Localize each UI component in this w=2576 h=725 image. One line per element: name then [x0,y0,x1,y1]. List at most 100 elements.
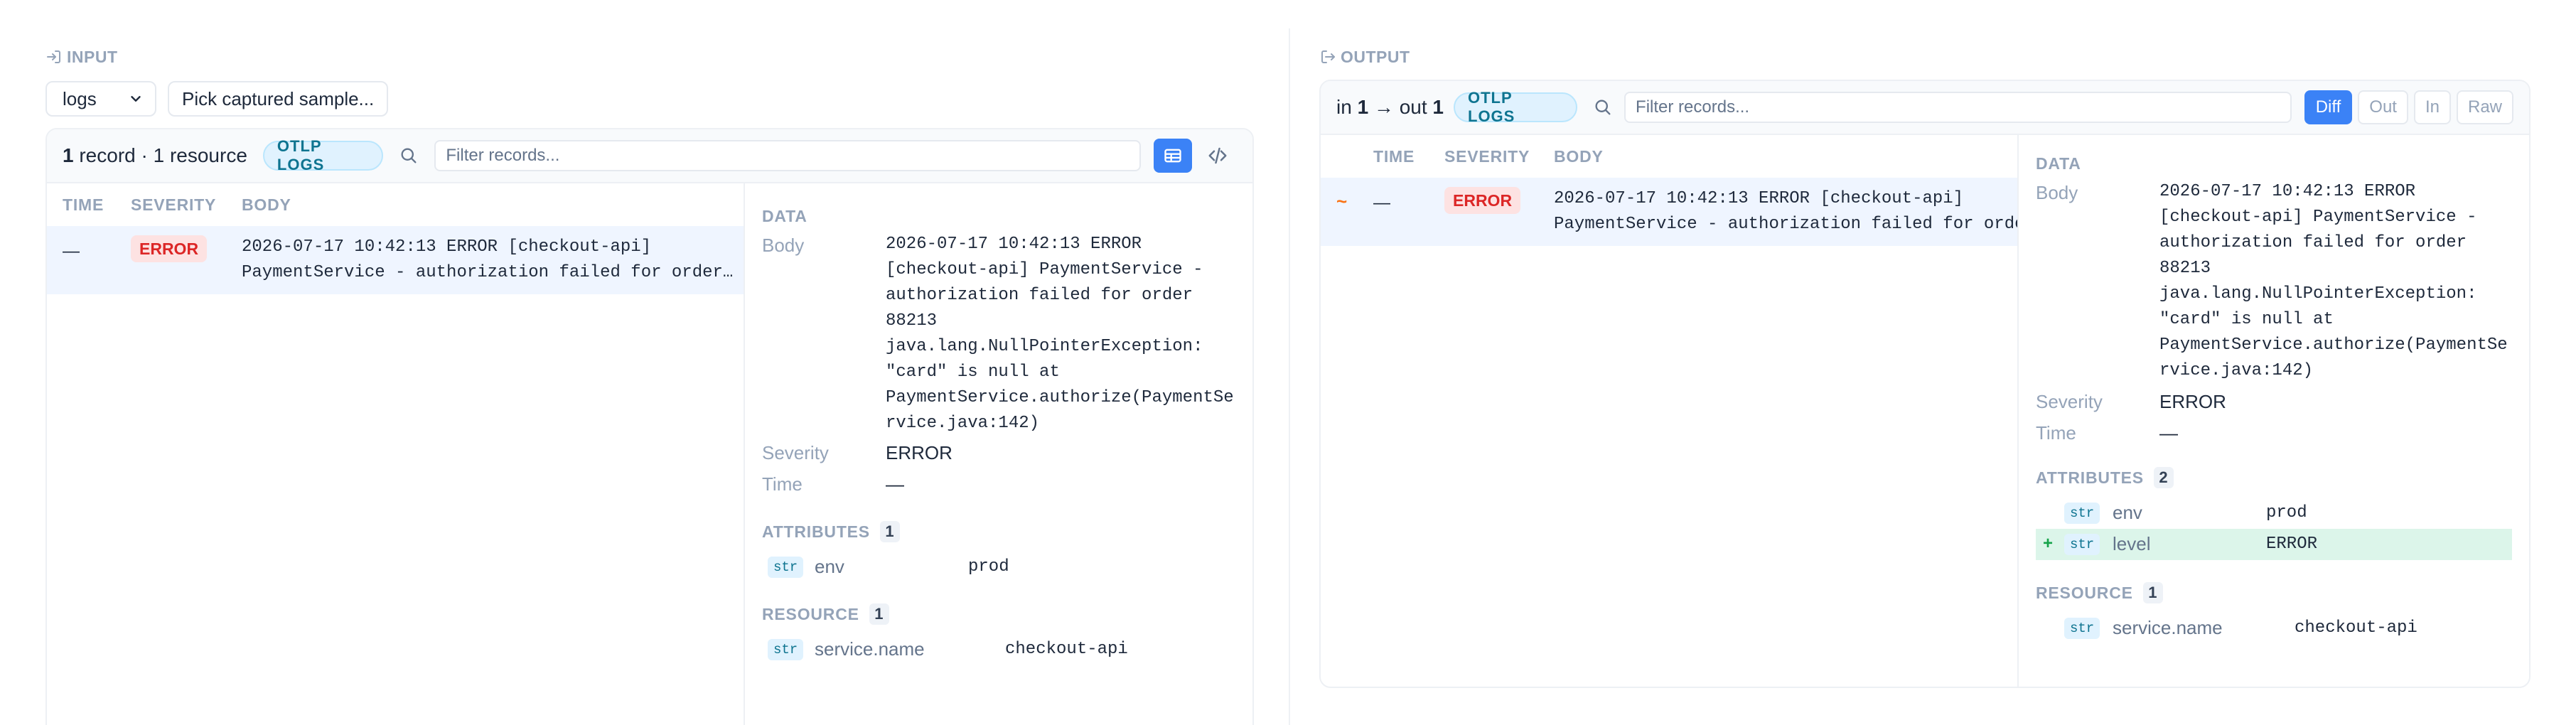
time-label: Time [762,473,803,495]
resource-count: 1 [869,603,889,625]
added-marker: + [2043,534,2054,553]
tab-raw[interactable]: Raw [2456,90,2513,124]
input-title-text: INPUT [67,47,118,66]
attribute-key: env [815,556,844,577]
filter-records-input[interactable] [434,140,1142,171]
io-out-count: 1 [1432,96,1444,118]
attributes-heading-text: ATTRIBUTES [762,522,870,541]
record-summary-rest: record · 1 resource [73,144,247,166]
attribute-row: str env prod [2036,498,2512,529]
column-severity: SEVERITY [131,195,217,214]
input-controls: logs Pick captured sample... [45,81,389,117]
record-summary: 1 record · 1 resource [63,144,247,167]
attribute-key: level [2113,533,2151,554]
time-value: — [886,473,904,495]
resource-count: 1 [2142,582,2163,603]
io-in-count: 1 [1357,96,1369,118]
attributes-heading-text: ATTRIBUTES [2036,468,2144,487]
output-detail-pane: DATA Body 2026-07-17 10:42:13 ERROR [che… [2017,135,2529,687]
chevron-down-icon [131,96,141,102]
column-body: BODY [1554,146,1604,166]
column-time: TIME [1373,146,1415,166]
sign-out-icon [1321,50,1335,63]
otlp-logs-badge: OTLP LOGS [262,137,384,173]
attributes-heading: ATTRIBUTES 1 [762,517,900,546]
signal-type-select[interactable]: logs [45,81,156,117]
attributes-count: 2 [2153,467,2174,488]
output-panel: OUTPUT in 1 → out 1 OTLP LOGS Diff Out I… [1319,0,2531,725]
row-body: 2026-07-17 10:42:13 ERROR [checkout-api]… [242,237,734,282]
type-tag: str [768,557,804,578]
output-records-table: TIME SEVERITY BODY ~ — ERROR 2026-07-17 … [1321,135,2017,687]
io-in-label: in [1336,96,1358,118]
signal-type-value: logs [63,87,97,109]
row-body: 2026-07-17 10:42:13 ERROR [checkout-api]… [1554,189,2017,234]
type-tag: str [2064,534,2100,555]
panel-divider [1289,28,1290,725]
data-heading: DATA [2036,154,2081,173]
search-icon [401,148,417,163]
filter-records-input[interactable] [1624,92,2292,123]
code-icon [1208,147,1227,164]
attributes-count: 1 [879,521,900,542]
severity-badge: ERROR [1444,187,1521,214]
input-detail-pane: DATA Body 2026-07-17 10:42:13 ERROR [che… [744,183,1252,725]
table-row[interactable]: ~ — ERROR 2026-07-17 10:42:13 ERROR [che… [1321,178,2017,246]
resource-heading-text: RESOURCE [2036,583,2133,602]
attributes-heading: ATTRIBUTES 2 [2036,463,2174,492]
attribute-value: prod [968,557,1009,576]
tab-diff[interactable]: Diff [2304,90,2353,124]
body-value: 2026-07-17 10:42:13 ERROR [checkout-api]… [2159,182,2508,380]
type-tag: str [2064,503,2100,524]
time-value: — [2159,422,2178,444]
view-mode-tabs: Diff Out In Raw [2304,90,2513,124]
table-icon [1164,149,1181,163]
code-view-button[interactable] [1199,139,1237,173]
body-label: Body [762,235,805,256]
input-records-table: TIME SEVERITY BODY — ERROR 2026-07-17 10… [47,183,744,725]
record-count: 1 [63,144,74,166]
row-time: — [63,242,80,261]
body-label: Body [2036,182,2078,203]
time-label: Time [2036,422,2076,444]
output-section-title: OUTPUT [1319,44,1410,70]
output-title-text: OUTPUT [1341,47,1410,66]
row-time: — [1373,193,1390,213]
resource-heading: RESOURCE 1 [2036,579,2163,607]
resource-heading-text: RESOURCE [762,604,859,623]
output-card-header: in 1 → out 1 OTLP LOGS Diff Out In Raw [1321,81,2529,135]
io-summary: in 1 → out 1 [1336,96,1444,119]
attribute-value: prod [2266,503,2307,522]
resource-value: checkout-api [1005,640,1128,659]
resource-row: str service.name checkout-api [762,634,1238,665]
otlp-logs-badge: OTLP LOGS [1454,89,1578,125]
body-value: 2026-07-17 10:42:13 ERROR [checkout-api]… [886,235,1234,433]
table-row[interactable]: — ERROR 2026-07-17 10:42:13 ERROR [check… [47,226,744,294]
search-icon [1595,100,1611,115]
severity-badge: ERROR [131,235,208,262]
input-panel: INPUT logs Pick captured sample... 1 rec… [45,0,1254,725]
input-records-card: 1 record · 1 resource OTLP LOGS TIME SEV… [45,128,1254,725]
severity-label: Severity [2036,391,2103,412]
changed-marker: ~ [1336,190,1348,212]
table-view-button[interactable] [1154,139,1192,173]
resource-heading: RESOURCE 1 [762,600,889,628]
tab-out[interactable]: Out [2358,90,2408,124]
data-heading: DATA [762,206,807,225]
attribute-row: str env prod [762,552,1238,583]
attribute-value: ERROR [2266,535,2318,554]
severity-value: ERROR [886,442,952,463]
column-severity: SEVERITY [1444,146,1530,166]
column-body: BODY [242,195,291,214]
output-records-card: in 1 → out 1 OTLP LOGS Diff Out In Raw T… [1319,80,2531,688]
resource-key: service.name [815,638,925,660]
column-time: TIME [63,195,104,214]
input-section-title: INPUT [45,44,118,70]
type-tag: str [2064,618,2100,639]
pick-sample-button[interactable]: Pick captured sample... [168,81,389,117]
input-card-header: 1 record · 1 resource OTLP LOGS [47,129,1252,183]
severity-value: ERROR [2159,391,2226,412]
resource-row: str service.name checkout-api [2036,613,2512,644]
io-arrow-label: → out [1368,96,1433,118]
tab-in[interactable]: In [2413,90,2451,124]
